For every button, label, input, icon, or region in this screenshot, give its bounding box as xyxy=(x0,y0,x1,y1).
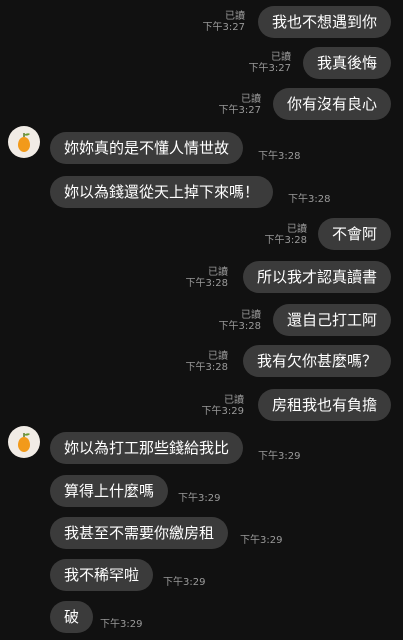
message-bubble[interactable]: 還自己打工阿 xyxy=(272,304,391,336)
message-bubble[interactable]: 所以我才認真讀書 xyxy=(242,261,391,293)
message-row: 破 下午3:29 xyxy=(0,601,403,633)
message-bubble[interactable]: 算得上什麼嗎 xyxy=(50,475,169,507)
message-bubble[interactable]: 不會阿 xyxy=(317,218,391,250)
message-meta: 已讀 下午3:28 xyxy=(265,224,307,246)
message-row: 妳以為打工那些錢給我比 下午3:29 xyxy=(0,426,403,464)
message-row: 我甚至不需要你繳房租 下午3:29 xyxy=(0,517,403,549)
message-bubble[interactable]: 破 xyxy=(50,601,94,633)
message-row: 已讀 下午3:28 不會阿 xyxy=(0,218,403,250)
read-receipt: 已讀 xyxy=(271,52,291,63)
message-bubble[interactable]: 我不稀罕啦 xyxy=(50,559,154,591)
message-time: 下午3:29 xyxy=(100,619,143,630)
contact-avatar[interactable] xyxy=(8,426,40,458)
message-time: 下午3:29 xyxy=(163,577,206,588)
message-time: 下午3:27 xyxy=(202,22,245,33)
read-receipt: 已讀 xyxy=(241,94,261,105)
message-bubble[interactable]: 妳妳真的是不懂人情世故 xyxy=(50,132,244,164)
message-time: 下午3:29 xyxy=(240,535,283,546)
read-receipt: 已讀 xyxy=(208,351,228,362)
message-bubble[interactable]: 我甚至不需要你繳房租 xyxy=(50,517,229,549)
read-receipt: 已讀 xyxy=(225,11,245,22)
chat-window: 已讀 下午3:27 我也不想遇到你 已讀 下午3:27 我真後悔 已讀 下午3:… xyxy=(0,0,403,640)
message-bubble[interactable]: 妳以為打工那些錢給我比 xyxy=(50,432,244,464)
message-bubble[interactable]: 我真後悔 xyxy=(302,47,391,79)
message-time: 下午3:27 xyxy=(248,63,291,74)
message-row: 我不稀罕啦 下午3:29 xyxy=(0,559,403,591)
message-time: 下午3:28 xyxy=(288,194,331,205)
message-meta: 已讀 下午3:27 xyxy=(249,52,291,74)
message-bubble[interactable]: 妳以為錢還從天上掉下來嗎！ xyxy=(50,176,274,208)
orange-fruit-icon xyxy=(18,132,30,152)
message-row: 已讀 下午3:27 我也不想遇到你 xyxy=(0,6,403,38)
message-meta: 已讀 下午3:28 xyxy=(186,351,228,373)
message-meta: 已讀 下午3:28 xyxy=(219,310,261,332)
read-receipt: 已讀 xyxy=(224,395,244,406)
message-row: 已讀 下午3:28 我有欠你甚麼嗎？ xyxy=(0,345,403,377)
message-row: 算得上什麼嗎 下午3:29 xyxy=(0,475,403,507)
message-time: 下午3:28 xyxy=(185,278,228,289)
message-time: 下午3:29 xyxy=(178,493,221,504)
message-row: 妳以為錢還從天上掉下來嗎！ 下午3:28 xyxy=(0,176,403,208)
message-row: 妳妳真的是不懂人情世故 下午3:28 xyxy=(0,126,403,164)
message-meta: 已讀 下午3:29 xyxy=(202,395,244,417)
message-bubble[interactable]: 你有沒有良心 xyxy=(272,88,391,120)
message-time: 下午3:29 xyxy=(258,451,301,462)
message-time: 下午3:28 xyxy=(258,151,301,162)
message-row: 已讀 下午3:28 所以我才認真讀書 xyxy=(0,261,403,293)
message-bubble[interactable]: 房租我也有負擔 xyxy=(257,389,391,421)
message-meta: 已讀 下午3:28 xyxy=(186,267,228,289)
message-bubble[interactable]: 我也不想遇到你 xyxy=(257,6,391,38)
message-row: 已讀 下午3:27 你有沒有良心 xyxy=(0,88,403,120)
message-meta: 已讀 下午3:27 xyxy=(203,11,245,33)
message-bubble[interactable]: 我有欠你甚麼嗎？ xyxy=(242,345,391,377)
message-time: 下午3:28 xyxy=(185,362,228,373)
message-time: 下午3:29 xyxy=(201,406,244,417)
read-receipt: 已讀 xyxy=(241,310,261,321)
message-meta: 已讀 下午3:27 xyxy=(219,94,261,116)
message-time: 下午3:28 xyxy=(264,235,307,246)
message-row: 已讀 下午3:28 還自己打工阿 xyxy=(0,304,403,336)
orange-fruit-icon xyxy=(18,432,30,452)
read-receipt: 已讀 xyxy=(208,267,228,278)
contact-avatar[interactable] xyxy=(8,126,40,158)
message-time: 下午3:27 xyxy=(218,105,261,116)
message-row: 已讀 下午3:29 房租我也有負擔 xyxy=(0,389,403,421)
message-time: 下午3:28 xyxy=(218,321,261,332)
read-receipt: 已讀 xyxy=(287,224,307,235)
message-row: 已讀 下午3:27 我真後悔 xyxy=(0,47,403,79)
